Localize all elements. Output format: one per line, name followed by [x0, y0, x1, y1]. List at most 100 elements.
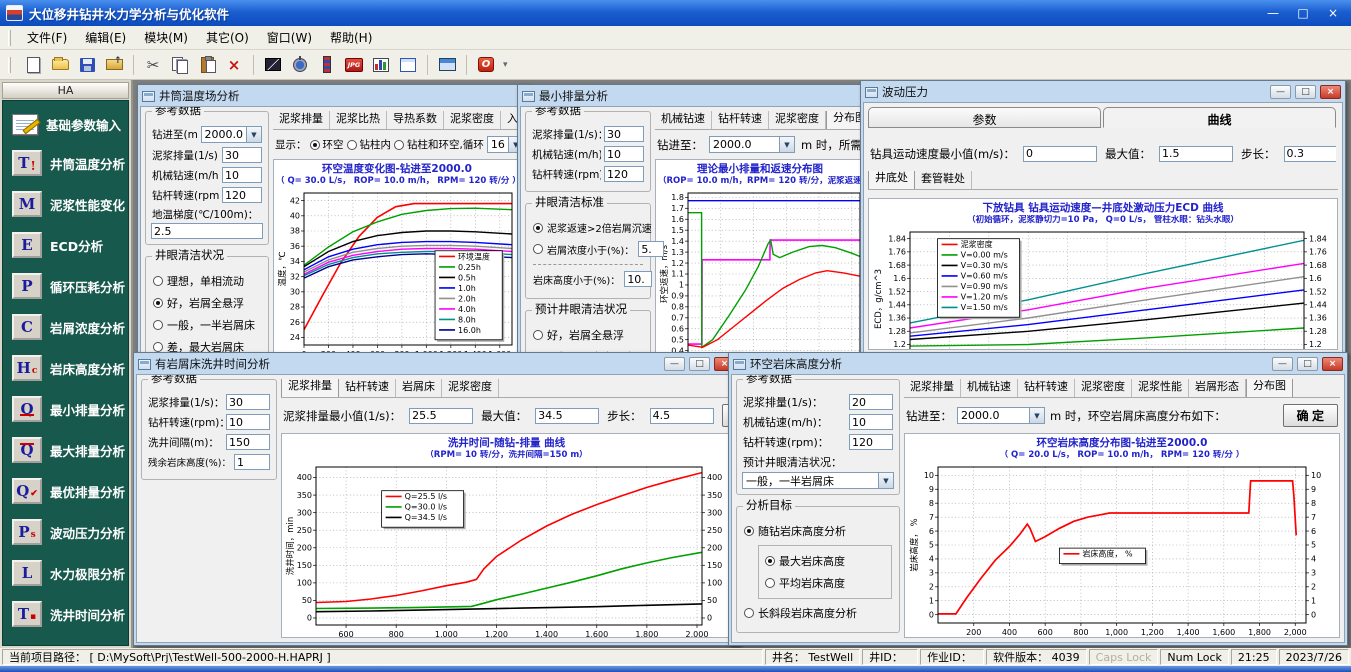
tab-cuttings-bed[interactable]: 岩屑床: [396, 379, 442, 397]
tab-specific-heat[interactable]: 泥浆比热: [330, 111, 387, 129]
tab-mud-performance[interactable]: 泥浆性能: [1132, 379, 1189, 397]
minimize-icon[interactable]: —: [664, 357, 685, 371]
sidebar-item-cuttings-concentration[interactable]: C 岩屑浓度分析: [12, 314, 128, 340]
rop-input[interactable]: [849, 414, 893, 430]
wellhead-icon[interactable]: [288, 53, 312, 77]
tab-rop[interactable]: 机械钻速: [655, 111, 712, 129]
rop-input[interactable]: [222, 167, 262, 183]
exit-icon[interactable]: O: [474, 53, 498, 77]
radio-good[interactable]: 好，岩屑全悬浮: [533, 327, 643, 343]
radio-icon[interactable]: [309, 139, 320, 150]
sidebar-item-circulating-pressure-loss[interactable]: P 循环压耗分析: [12, 273, 128, 299]
sidebar-item-bed-height[interactable]: Hc 岩床高度分析: [12, 355, 128, 381]
table-icon[interactable]: [396, 53, 420, 77]
max-flowrate-input[interactable]: [535, 407, 600, 424]
menu-edit[interactable]: 编辑(E): [76, 26, 135, 49]
child-titlebar[interactable]: 波动压力 — □ ×: [863, 83, 1343, 102]
sidebar-item-ecd[interactable]: E ECD分析: [12, 232, 128, 258]
mud-flowrate-input[interactable]: [604, 126, 644, 142]
ok-button[interactable]: 确 定: [1282, 404, 1338, 427]
max-speed-input[interactable]: [1159, 145, 1234, 162]
tab-rpm[interactable]: 钻杆转速: [339, 379, 396, 397]
radio-max-bed-height[interactable]: 最大岩床高度: [765, 553, 885, 569]
drill-depth-combo[interactable]: 2000.0 ▼: [709, 136, 795, 153]
tab-rpm[interactable]: 钻杆转速: [1018, 379, 1075, 397]
sidebar-item-wellbore-temperature[interactable]: T! 井筒温度分析: [12, 150, 128, 176]
delete-icon[interactable]: ×: [222, 53, 246, 77]
sidebar-item-optimal-flowrate[interactable]: Q ✔ 最优排量分析: [12, 478, 128, 504]
mud-flowrate-input[interactable]: [226, 394, 270, 410]
sidebar-item-max-flowrate[interactable]: Q 最大排量分析: [12, 437, 128, 463]
restore-icon[interactable]: □: [689, 357, 710, 371]
radio-concentration[interactable]: 岩屑浓度小于(%)：: [533, 241, 665, 257]
radio-return-velocity[interactable]: 泥浆返速>2倍岩屑沉速: [533, 220, 652, 235]
min-flowrate-input[interactable]: [409, 407, 474, 424]
maximize-icon[interactable]: □: [1291, 4, 1315, 22]
step-input[interactable]: [649, 407, 714, 424]
rpm-input[interactable]: [849, 434, 893, 450]
tab-casing-shoe[interactable]: 套管鞋处: [915, 171, 972, 189]
mud-flowrate-input[interactable]: [222, 147, 262, 163]
sidebar-item-min-flowrate[interactable]: Q 最小排量分析: [12, 396, 128, 422]
radio-good[interactable]: 好，岩屑全悬浮: [153, 295, 261, 311]
restore-icon[interactable]: □: [1295, 85, 1316, 99]
rpm-input[interactable]: [604, 166, 644, 182]
child-titlebar[interactable]: 最小排量分析: [520, 87, 870, 106]
close-icon[interactable]: ×: [1322, 357, 1343, 371]
tab-mud-density[interactable]: 泥浆密度: [769, 111, 826, 129]
sidebar-item-washing-time[interactable]: T ▪ 洗井时间分析: [12, 601, 128, 627]
child-titlebar[interactable]: 井筒温度场分析: [140, 87, 526, 106]
minimize-icon[interactable]: —: [1261, 4, 1285, 22]
radio-while-drilling[interactable]: 随钻岩床高度分析: [744, 523, 892, 539]
sidebar-item-surge-pressure[interactable]: Ps 波动压力分析: [12, 519, 128, 545]
radio-avg-bed-height[interactable]: 平均岩床高度: [765, 575, 885, 591]
child-titlebar[interactable]: 环空岩床高度分析 — □ ×: [731, 355, 1345, 374]
radio-medium[interactable]: 一般，一半岩屑床: [153, 317, 261, 333]
tab-curves[interactable]: 曲线: [1103, 107, 1336, 128]
tab-mud-density[interactable]: 泥浆密度: [1075, 379, 1132, 397]
open-file-icon[interactable]: [48, 53, 72, 77]
new-file-icon[interactable]: [21, 53, 45, 77]
paste-icon[interactable]: [195, 53, 219, 77]
tab-rop[interactable]: 机械钻速: [961, 379, 1018, 397]
tab-conductivity[interactable]: 导热系数: [387, 111, 444, 129]
menu-module[interactable]: 模块(M): [135, 26, 197, 49]
tab-mud-density[interactable]: 泥浆密度: [444, 111, 501, 129]
menu-file[interactable]: 文件(F): [18, 26, 76, 49]
close-project-icon[interactable]: [102, 53, 126, 77]
drillstring-icon[interactable]: [315, 53, 339, 77]
radio-ideal[interactable]: 理想，单相流动: [153, 273, 261, 289]
min-speed-input[interactable]: [1023, 145, 1098, 162]
step-input[interactable]: [1283, 145, 1336, 162]
bed-height-limit-input[interactable]: [624, 271, 653, 287]
child-titlebar[interactable]: 有岩屑床洗井时间分析 — □ ×: [136, 355, 737, 374]
residual-bed-height-input[interactable]: [234, 454, 270, 470]
tab-parameters[interactable]: 参数: [868, 107, 1101, 128]
tab-mud-flowrate[interactable]: 泥浆排量: [281, 379, 339, 397]
jpg-export-icon[interactable]: JPG: [342, 53, 366, 77]
tab-mud-density[interactable]: 泥浆密度: [442, 379, 499, 397]
well-trajectory-icon[interactable]: [261, 53, 285, 77]
radio-long-inclined[interactable]: 长斜段岩床高度分析: [744, 605, 892, 621]
geothermal-gradient-input[interactable]: [151, 223, 263, 239]
minimize-icon[interactable]: —: [1270, 85, 1291, 99]
menu-window[interactable]: 窗口(W): [258, 26, 321, 49]
rpm-input[interactable]: [222, 187, 262, 203]
tab-mud-flowrate[interactable]: 泥浆排量: [904, 379, 961, 397]
mud-flowrate-input[interactable]: [849, 394, 893, 410]
tab-mud-flowrate[interactable]: 泥浆排量: [273, 111, 330, 129]
sidebar-item-hydraulic-limit[interactable]: L 水力极限分析: [12, 560, 128, 586]
rop-input[interactable]: [604, 146, 644, 162]
menu-other[interactable]: 其它(O): [197, 26, 258, 49]
restore-icon[interactable]: □: [1297, 357, 1318, 371]
tab-bottomhole[interactable]: 井底处: [868, 171, 915, 189]
radio-icon[interactable]: [346, 139, 357, 150]
predicted-cleaning-combo[interactable]: 一般，一半岩屑床 ▼: [742, 472, 894, 489]
menu-help[interactable]: 帮助(H): [321, 26, 381, 49]
chart-icon[interactable]: [369, 53, 393, 77]
hours-combo[interactable]: 16 ▼: [486, 136, 519, 153]
minimize-icon[interactable]: —: [1272, 357, 1293, 371]
save-icon[interactable]: [75, 53, 99, 77]
titlebar[interactable]: 大位移井钻井水力学分析与优化软件 — □ ×: [0, 0, 1351, 26]
rpm-input[interactable]: [226, 414, 270, 430]
